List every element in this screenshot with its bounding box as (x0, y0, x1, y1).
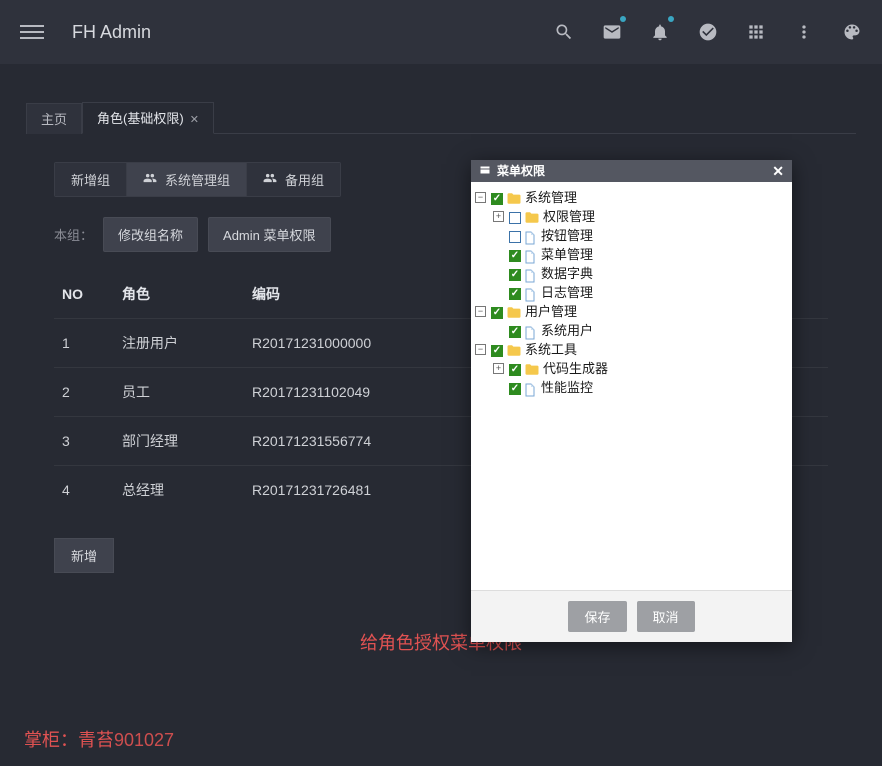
folder-icon (506, 306, 522, 319)
expand-icon[interactable]: + (493, 363, 504, 374)
window-icon (479, 160, 491, 182)
modal-title: 菜单权限 (497, 160, 545, 182)
tree-node[interactable]: − 系统工具 (475, 340, 788, 359)
more-vert-icon[interactable] (794, 22, 814, 42)
file-icon (524, 326, 538, 340)
bell-icon[interactable] (650, 22, 670, 42)
group-prefix: 本组： (54, 225, 93, 244)
checkbox[interactable] (509, 250, 521, 262)
modal-footer: 保存 取消 (471, 590, 792, 642)
modal-titlebar[interactable]: 菜单权限 ✕ (471, 160, 792, 182)
tree-node[interactable]: 菜单管理 (475, 245, 788, 264)
collapse-icon[interactable]: − (475, 344, 486, 355)
collapse-icon[interactable]: − (475, 306, 486, 317)
group-tab-backup[interactable]: 备用组 (247, 163, 340, 196)
tab-roles[interactable]: 角色(基础权限)✕ (82, 102, 214, 134)
file-icon (524, 269, 538, 283)
users-icon (143, 171, 157, 188)
rename-group-button[interactable]: 修改组名称 (103, 217, 198, 252)
checkbox[interactable] (491, 307, 503, 319)
tree-node[interactable]: 性能监控 (475, 378, 788, 397)
tree-node[interactable]: + 代码生成器 (475, 359, 788, 378)
search-icon[interactable] (554, 22, 574, 42)
tree-label: 菜单管理 (541, 245, 593, 264)
collapse-icon[interactable]: − (475, 192, 486, 203)
menu-icon[interactable] (20, 20, 44, 44)
folder-icon (524, 211, 540, 224)
content-tabs: 主页 角色(基础权限)✕ (26, 104, 856, 134)
tree-node[interactable]: − 系统管理 (475, 188, 788, 207)
tree-label: 代码生成器 (543, 359, 608, 378)
cell-role: 员工 (114, 368, 244, 417)
folder-icon (524, 363, 540, 376)
footer-credit: 掌柜：青苔901027 (24, 726, 174, 752)
cell-role: 部门经理 (114, 417, 244, 466)
checkbox[interactable] (509, 231, 521, 243)
folder-icon (506, 344, 522, 357)
checkbox[interactable] (509, 269, 521, 281)
menu-permission-modal: 菜单权限 ✕ −系统管理+权限管理按钮管理菜单管理数据字典日志管理−用户管理系统… (471, 160, 792, 642)
col-role: 角色 (114, 274, 244, 319)
checkbox[interactable] (509, 288, 521, 300)
tree-label: 用户管理 (525, 302, 577, 321)
close-icon[interactable]: ✕ (772, 160, 784, 182)
tree-label: 系统工具 (525, 340, 577, 359)
app-title: FH Admin (72, 22, 151, 43)
cell-no: 3 (54, 417, 114, 466)
save-button[interactable]: 保存 (568, 601, 626, 632)
file-icon (524, 288, 538, 302)
tree-node[interactable]: 按钮管理 (475, 226, 788, 245)
tree-node[interactable]: 日志管理 (475, 283, 788, 302)
tab-home[interactable]: 主页 (26, 103, 82, 134)
tree-label: 系统用户 (541, 321, 593, 340)
tree-label: 权限管理 (543, 207, 595, 226)
cell-no: 4 (54, 466, 114, 515)
tree-node[interactable]: − 用户管理 (475, 302, 788, 321)
mail-icon[interactable] (602, 22, 622, 42)
col-no: NO (54, 274, 114, 319)
check-circle-icon[interactable] (698, 22, 718, 42)
tree-label: 性能监控 (541, 378, 593, 397)
file-icon (524, 250, 538, 264)
permission-tree[interactable]: − 系统管理 + 权限管理按钮管理菜单管理数据字典日志管理 − 用户管理系统用户 − 系统工具… (471, 182, 792, 590)
cell-no: 1 (54, 319, 114, 368)
checkbox[interactable] (509, 383, 521, 395)
app-header: FH Admin (0, 0, 882, 64)
file-icon (524, 383, 538, 397)
group-tab-add[interactable]: 新增组 (55, 163, 127, 196)
checkbox[interactable] (509, 326, 521, 338)
checkbox[interactable] (509, 212, 521, 224)
add-role-button[interactable]: 新增 (54, 538, 114, 573)
tree-node[interactable]: + 权限管理 (475, 207, 788, 226)
header-actions (554, 22, 862, 42)
checkbox[interactable] (509, 364, 521, 376)
tree-label: 系统管理 (525, 188, 577, 207)
group-tabs: 新增组 系统管理组 备用组 (54, 162, 341, 197)
close-icon[interactable]: ✕ (190, 114, 199, 126)
tree-node[interactable]: 系统用户 (475, 321, 788, 340)
cell-role: 注册用户 (114, 319, 244, 368)
apps-icon[interactable] (746, 22, 766, 42)
palette-icon[interactable] (842, 22, 862, 42)
folder-icon (506, 192, 522, 205)
tree-label: 按钮管理 (541, 226, 593, 245)
menu-perm-button[interactable]: Admin 菜单权限 (208, 217, 330, 252)
group-tab-sysadmin[interactable]: 系统管理组 (127, 163, 247, 196)
tree-label: 数据字典 (541, 264, 593, 283)
tree-node[interactable]: 数据字典 (475, 264, 788, 283)
file-icon (524, 231, 538, 245)
checkbox[interactable] (491, 193, 503, 205)
tree-label: 日志管理 (541, 283, 593, 302)
cell-no: 2 (54, 368, 114, 417)
expand-icon[interactable]: + (493, 211, 504, 222)
cell-role: 总经理 (114, 466, 244, 515)
checkbox[interactable] (491, 345, 503, 357)
users-icon (263, 171, 277, 188)
cancel-button[interactable]: 取消 (637, 601, 695, 632)
